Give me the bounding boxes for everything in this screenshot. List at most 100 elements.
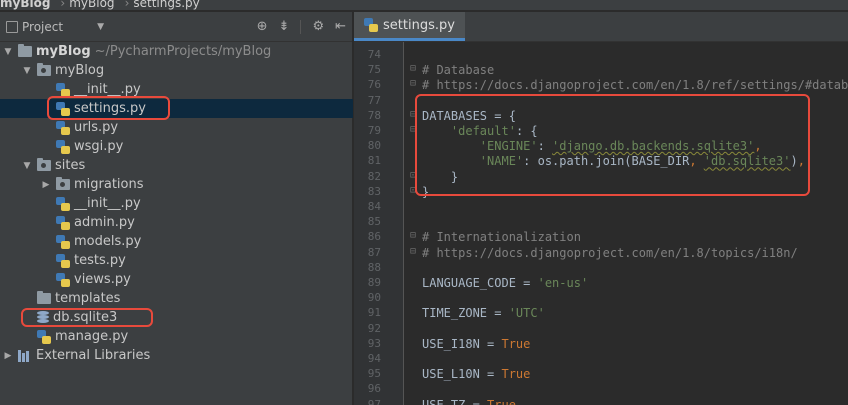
tree-item-migrations[interactable]: ▶ migrations xyxy=(0,175,353,194)
code-line: # Internationalization xyxy=(422,230,581,244)
line-number: 86 xyxy=(367,230,381,244)
project-panel-toolbar: ⊕ ⇟ ⚙ ⇤ xyxy=(257,19,352,34)
editor-tab-bar: settings.py xyxy=(354,12,848,42)
line-number: 83 xyxy=(367,184,381,198)
code-line: # https://docs.djangoproject.com/en/1.8/… xyxy=(422,78,848,92)
collapse-arrow-icon[interactable]: ▶ xyxy=(40,180,52,190)
highlight-db-file xyxy=(21,308,153,327)
code-token: True xyxy=(501,367,531,382)
collapse-all-icon[interactable]: ⇟ xyxy=(279,19,290,34)
code-token: 'UTC' xyxy=(508,306,545,321)
tree-item-label: __init__.py xyxy=(74,82,141,97)
tree-item-label: admin.py xyxy=(74,215,135,230)
breadcrumb-project[interactable]: myBlog xyxy=(0,0,50,10)
python-file-icon xyxy=(56,82,70,97)
line-number: 78 xyxy=(367,108,381,122)
tree-item-label: models.py xyxy=(74,234,142,249)
package-folder-icon xyxy=(56,177,70,190)
fold-marker-icon[interactable]: ⊟ xyxy=(410,63,416,74)
line-number: 77 xyxy=(367,93,381,107)
code-token: TIME_ZONE = xyxy=(422,306,509,321)
tree-item-wsgi-py[interactable]: wsgi.py xyxy=(0,137,353,156)
tree-item-urls-py[interactable]: urls.py xyxy=(0,118,353,137)
tree-item-label: myBlog xyxy=(36,44,91,59)
expand-arrow-icon[interactable]: ▼ xyxy=(21,161,33,171)
hide-panel-icon[interactable]: ⇤ xyxy=(335,19,346,34)
line-number: 91 xyxy=(367,306,381,320)
tree-item-myblog[interactable]: ▼ myBlog xyxy=(0,61,353,80)
locate-file-icon[interactable]: ⊕ xyxy=(257,19,268,34)
tree-item-admin-py[interactable]: admin.py xyxy=(0,213,353,232)
expand-arrow-icon[interactable]: ▼ xyxy=(21,66,33,76)
code-line: USE_L10N = True xyxy=(422,367,530,381)
line-number: 89 xyxy=(367,276,381,289)
breadcrumb-separator-icon: › xyxy=(124,0,130,10)
fold-marker-icon[interactable]: ⊟ xyxy=(410,246,416,257)
tree-item-models-py[interactable]: models.py xyxy=(0,232,353,251)
tree-item-external-libraries[interactable]: ▶ External Libraries xyxy=(0,346,353,365)
code-editor: settings.py 74 75 76 77 78 79 80 81 82 83 84 85 86 87… xyxy=(354,12,848,405)
code-token: USE_I18N = xyxy=(422,336,502,351)
code-line: USE_I18N = True xyxy=(422,337,530,351)
code-line: USE_TZ = True xyxy=(422,398,516,405)
tree-item-views-py[interactable]: views.py xyxy=(0,270,353,289)
tree-item-label: views.py xyxy=(74,272,131,287)
project-panel-header: Project ▼ ⊕ ⇟ ⚙ ⇤ xyxy=(0,12,352,42)
tree-item-manage-py[interactable]: manage.py xyxy=(0,327,353,346)
tree-item-myblog[interactable]: ▼ myBlog ~/PycharmProjects/myBlog xyxy=(0,42,353,61)
line-number: 97 xyxy=(367,397,381,405)
breadcrumb-file[interactable]: settings.py xyxy=(133,0,199,10)
tree-item-path: ~/PycharmProjects/myBlog xyxy=(94,44,272,59)
tree-item-tests-py[interactable]: tests.py xyxy=(0,251,353,270)
code-line: # Database xyxy=(422,63,494,77)
tree-item-label: urls.py xyxy=(74,120,119,135)
expand-arrow-icon[interactable]: ▼ xyxy=(2,47,14,57)
tree-item-label: templates xyxy=(55,291,121,306)
breadcrumb-package[interactable]: myBlog xyxy=(69,0,114,10)
project-view-selector[interactable]: Project xyxy=(22,20,63,34)
python-file-icon xyxy=(56,120,70,135)
tree-item-label: External Libraries xyxy=(36,348,151,363)
tree-item-label: __init__.py xyxy=(74,196,141,211)
fold-marker-icon[interactable]: ⊟ xyxy=(410,230,416,241)
python-file-icon xyxy=(364,18,378,32)
chevron-down-icon[interactable]: ▼ xyxy=(97,22,104,32)
code-token: # https://docs.djangoproject.com/en/1.8/… xyxy=(422,245,798,260)
line-number: 96 xyxy=(367,382,381,396)
highlight-settings-file xyxy=(47,96,170,120)
navigation-bar: myBlog › myBlog › settings.py xyxy=(0,0,848,11)
code-token: # https://docs.djangoproject.com/en/1.8/… xyxy=(422,78,848,93)
tree-item-init-py[interactable]: __init__.py xyxy=(0,194,353,213)
line-number: 93 xyxy=(367,336,381,350)
code-line: LANGUAGE_CODE = 'en-us' xyxy=(422,276,588,290)
python-file-icon xyxy=(56,139,70,154)
code-line: TIME_ZONE = 'UTC' xyxy=(422,306,545,320)
line-number-gutter: 74 75 76 77 78 79 80 81 82 83 84 85 86 87 88 89 90 91 92 93… xyxy=(354,42,404,405)
line-number: 94 xyxy=(367,352,381,365)
python-file-icon xyxy=(56,253,70,268)
fold-marker-icon[interactable]: ⊟ xyxy=(410,78,416,89)
highlight-databases-block xyxy=(415,94,810,196)
line-number: 87 xyxy=(367,245,381,259)
tab-settings-py[interactable]: settings.py xyxy=(354,12,465,41)
tree-item-label: tests.py xyxy=(74,253,126,268)
package-folder-icon xyxy=(37,63,51,76)
tree-item-label: sites xyxy=(55,158,86,173)
line-number: 82 xyxy=(367,169,381,183)
line-number: 75 xyxy=(367,63,381,77)
tree-item-label: wsgi.py xyxy=(74,139,124,154)
line-number: 81 xyxy=(367,154,381,168)
python-file-icon xyxy=(56,234,70,249)
python-file-icon xyxy=(37,329,51,344)
code-token: USE_TZ = xyxy=(422,397,488,405)
gear-icon[interactable]: ⚙ xyxy=(312,19,324,34)
tree-item-templates[interactable]: templates xyxy=(0,289,353,308)
package-folder-icon xyxy=(37,158,51,171)
line-number: 92 xyxy=(367,321,381,335)
tree-item-label: manage.py xyxy=(55,329,129,344)
tree-item-sites[interactable]: ▼ sites xyxy=(0,156,353,175)
code-token: 'en-us' xyxy=(537,276,589,290)
collapse-arrow-icon[interactable]: ▶ xyxy=(2,351,14,361)
line-number: 95 xyxy=(367,367,381,381)
code-token: USE_L10N = xyxy=(422,367,502,382)
